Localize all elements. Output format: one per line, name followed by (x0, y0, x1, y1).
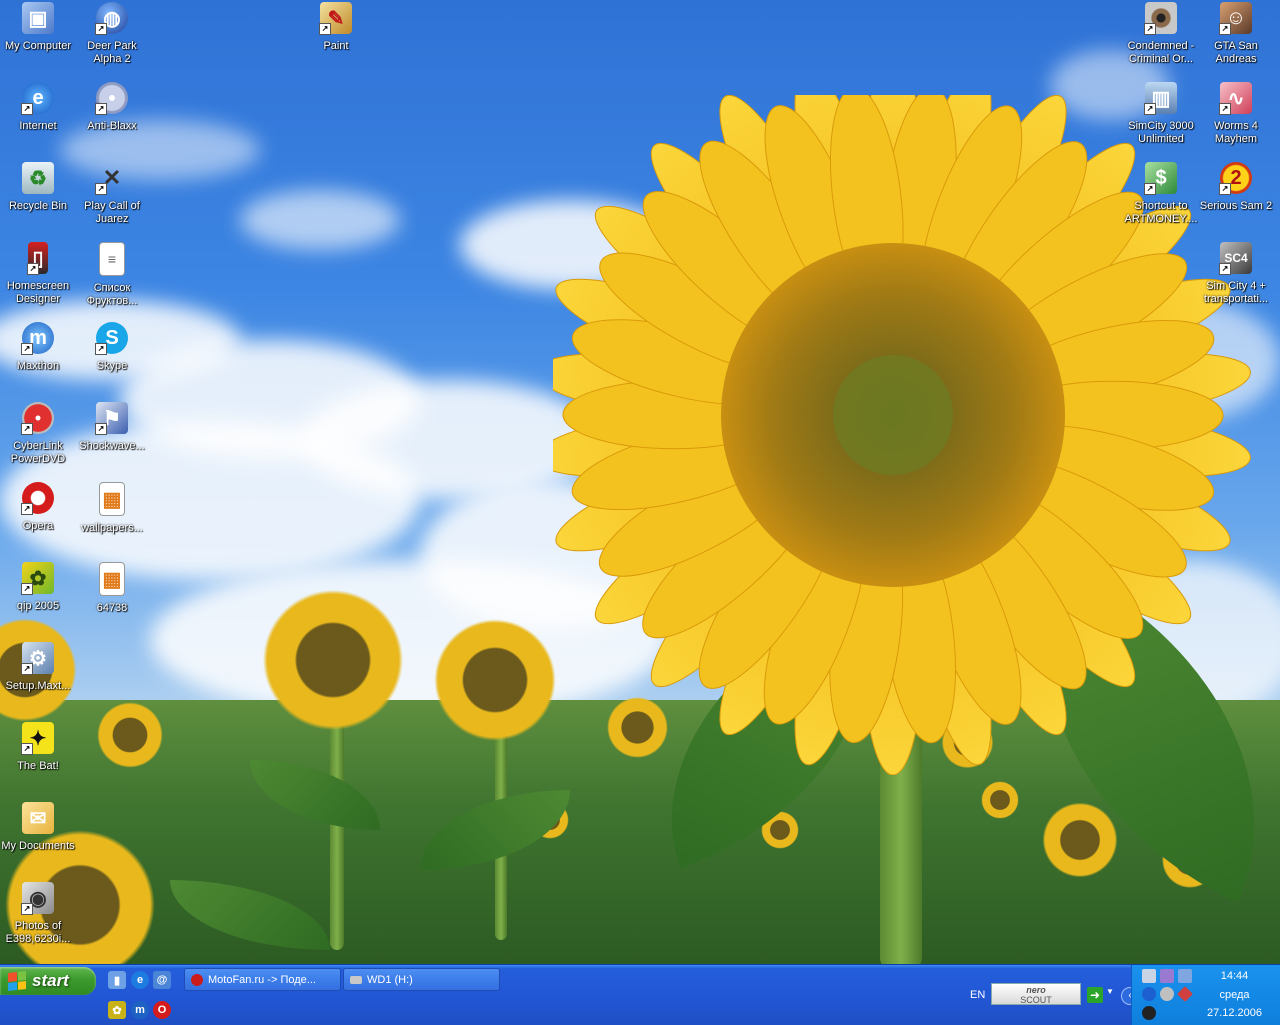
desktop-icon-call-of-juarez[interactable]: ✕ ↗ Play Call of Juarez (74, 162, 150, 226)
show-desktop-icon[interactable]: ▮ (108, 971, 126, 989)
firefox-globe-icon: ◍ ↗ (95, 2, 128, 35)
desktop-icon-anti-blaxx[interactable]: ↗ Anti-Blaxx (74, 82, 150, 133)
desktop-icon-recycle-bin[interactable]: ♻ Recycle Bin (0, 162, 76, 213)
maxthon-icon: m ↗ (21, 322, 54, 355)
clock-day: среда (1219, 989, 1250, 1001)
qip-icon: ✿ ↗ (21, 562, 54, 595)
dvd-icon: ↗ (21, 402, 54, 435)
antivirus-icon[interactable] (1177, 986, 1193, 1002)
desktop-icon-serious-sam-2[interactable]: 2 ↗ Serious Sam 2 (1198, 162, 1274, 213)
skype-icon: S ↗ (95, 322, 128, 355)
shockwave-icon: ⚑ ↗ (95, 402, 128, 435)
desktop-icon-gta-san-andreas[interactable]: ☺ ↗ GTA San Andreas (1198, 2, 1274, 66)
desktop-icon-my-computer[interactable]: ▣ My Computer (0, 2, 76, 53)
start-label: start (32, 971, 69, 990)
windows-logo-icon (8, 971, 26, 991)
desktop-icon-artmoney[interactable]: $ ↗ Shortcut to ARTMONEY.... (1123, 162, 1199, 226)
desktop-wallpaper (0, 0, 1280, 964)
image-file-icon: ▦ (99, 562, 125, 596)
installer-icon: ⚙ ↗ (21, 642, 54, 675)
paint-icon: ✎ ↗ (319, 2, 352, 35)
desktop-icon-wallpapers[interactable]: ▦ wallpapers... (74, 482, 150, 535)
text-file-icon: ≡ (99, 242, 125, 276)
maxthon-icon[interactable]: m (131, 1001, 149, 1019)
simcity4-icon: SC4 ↗ (1219, 242, 1252, 275)
desktop-icon-paint[interactable]: ✎ ↗ Paint (298, 2, 374, 53)
desktop-icon-opera[interactable]: ↗ Opera (0, 482, 76, 533)
drive-icon (350, 975, 362, 984)
internet-explorer-icon: e ↗ (21, 82, 54, 115)
opera-icon[interactable]: O (153, 1001, 171, 1019)
task-button-wd1[interactable]: WD1 (H:) (343, 968, 500, 991)
desktop-icon-64738[interactable]: ▦ 64738 (74, 562, 150, 615)
bat-mail-icon: ✦ ↗ (21, 722, 54, 755)
desktop-icon-fruit-list[interactable]: ≡ Список Фруктов... (74, 242, 150, 308)
desktop-icon-worms-4[interactable]: ∿ ↗ Worms 4 Mayhem (1198, 82, 1274, 146)
disc-icon: ↗ (95, 82, 128, 115)
worm-icon: ∿ ↗ (1219, 82, 1252, 115)
clock-date: 27.12.2006 (1206, 1007, 1263, 1019)
desktop-icon-skype[interactable]: S ↗ Skype (74, 322, 150, 373)
internet-explorer-icon[interactable]: e (131, 971, 149, 989)
system-tray: 14:44 среда 27.12.2006 (1131, 965, 1280, 1025)
task-button-motofan[interactable]: MotoFan.ru -> Поде... (184, 968, 341, 991)
go-arrow-icon[interactable]: ➜ (1087, 987, 1103, 1003)
dropdown-arrow-icon[interactable]: ▼ (1106, 987, 1114, 996)
recycle-bin-icon: ♻ (22, 162, 54, 194)
opera-icon (191, 973, 203, 986)
desktop-icon-deer-park[interactable]: ◍ ↗ Deer Park Alpha 2 (74, 2, 150, 66)
desktop-icon-qip[interactable]: ✿ ↗ qip 2005 (0, 562, 76, 613)
desktop-icon-the-bat[interactable]: ✦ ↗ The Bat! (0, 722, 76, 773)
desktop-icon-powerdvd[interactable]: ↗ CyberLink PowerDVD (0, 402, 76, 466)
desktop-icon-condemned[interactable]: ↗ Condemned - Criminal Or... (1123, 2, 1199, 66)
bluetooth-icon[interactable] (1142, 987, 1156, 1001)
desktop-icon-setup-maxthon[interactable]: ⚙ ↗ Setup.Maxt... (0, 642, 76, 693)
desktop-icon-my-documents[interactable]: ✉ My Documents (0, 802, 76, 853)
my-documents-icon: ✉ (22, 802, 54, 834)
desktop-icon-homescreen-designer[interactable]: ▯ ↗ Homescreen Designer (0, 242, 76, 306)
serious-sam-icon: 2 ↗ (1219, 162, 1252, 195)
display-icon[interactable] (1178, 969, 1192, 983)
qip-icon[interactable]: ✿ (108, 1001, 126, 1019)
taskbar: start ▮ e @ ✿ m O MotoFan.ru -> Поде... … (0, 964, 1280, 1025)
desktop-icon-shockwave[interactable]: ⚑ ↗ Shockwave... (74, 402, 150, 453)
clock-time[interactable]: 14:44 (1192, 970, 1277, 982)
pistols-icon: ✕ ↗ (95, 162, 128, 195)
settings-icon[interactable] (1160, 987, 1174, 1001)
desktop-icon-simcity-4[interactable]: SC4 ↗ Sim City 4 + transportati... (1198, 242, 1274, 306)
browser-icon[interactable]: @ (153, 971, 171, 989)
nero-scout-search[interactable]: nero SCOUT (991, 983, 1081, 1005)
bug-icon[interactable] (1142, 1006, 1156, 1020)
desktop-icon-internet[interactable]: e ↗ Internet (0, 82, 76, 133)
desktop-icon-maxthon[interactable]: m ↗ Maxthon (0, 322, 76, 373)
start-button[interactable]: start (0, 967, 96, 995)
gta-icon: ☺ ↗ (1219, 2, 1252, 35)
image-file-icon: ▦ (99, 482, 125, 516)
opera-icon: ↗ (21, 482, 54, 515)
language-indicator[interactable]: EN (970, 989, 985, 1001)
desktop-icon-photos[interactable]: ◉ ↗ Photos of E398,6230i... (0, 882, 76, 946)
desktop-icon-simcity-3000[interactable]: ▥ ↗ SimCity 3000 Unlimited (1123, 82, 1199, 146)
eye-icon: ↗ (1144, 2, 1177, 35)
my-computer-icon: ▣ (22, 2, 54, 34)
phone-icon: ▯ ↗ (27, 242, 48, 275)
camera-icon: ◉ ↗ (21, 882, 54, 915)
money-icon: $ ↗ (1144, 162, 1177, 195)
network-activity-icon[interactable] (1160, 969, 1174, 983)
network-icon[interactable] (1142, 969, 1156, 983)
city-icon: ▥ ↗ (1144, 82, 1177, 115)
